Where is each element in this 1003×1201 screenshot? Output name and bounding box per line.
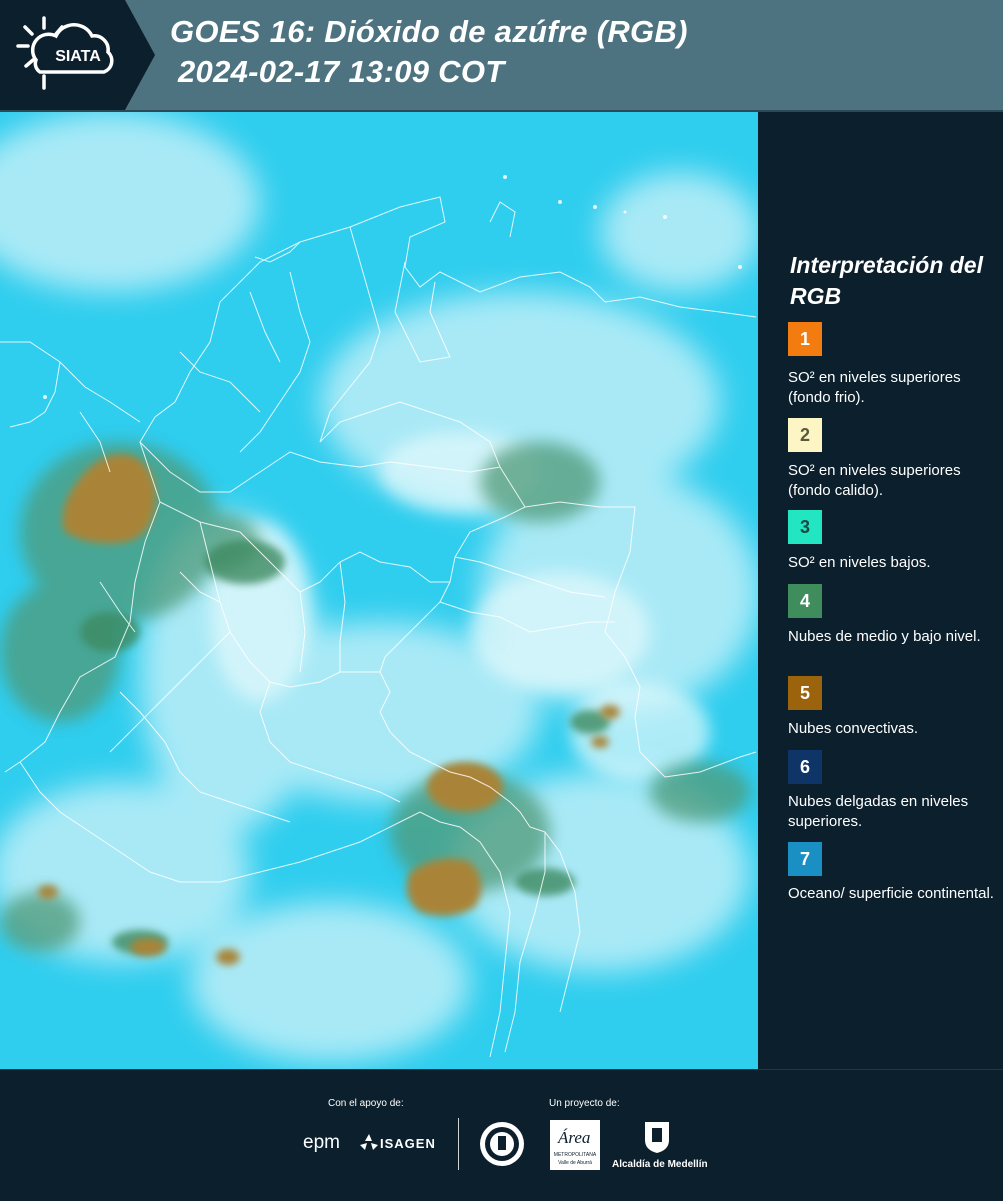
support-label: Con el apoyo de: bbox=[328, 1098, 404, 1109]
legend-label-2: SO² en niveles superiores (fondo calido)… bbox=[788, 462, 961, 499]
page-title: GOES 16: Dióxido de azúfre (RGB) bbox=[170, 14, 688, 49]
epm-logo: epm bbox=[303, 1132, 340, 1153]
legend-number-1: 1 bbox=[799, 328, 810, 349]
isagen-icon bbox=[360, 1134, 378, 1157]
project-label: Un proyecto de: bbox=[549, 1098, 620, 1109]
legend-label-4: Nubes de medio y bajo nivel. bbox=[788, 628, 981, 645]
legend-label-6: Nubes delgadas en niveles superiores. bbox=[788, 793, 969, 830]
medellin-seal-icon bbox=[478, 1120, 526, 1173]
area-metro-title: Área bbox=[558, 1128, 591, 1147]
legend-number-5: 5 bbox=[799, 682, 810, 703]
legend-label-1: SO² en niveles superiores (fondo frio). bbox=[788, 369, 961, 406]
header-bar: SIATA GOES 16: Dióxido de azúfre (RGB) 2… bbox=[0, 0, 1003, 112]
legend-label-7: Oceano/ superficie continental. bbox=[788, 885, 994, 902]
footer-sponsors: Con el apoyo de: Un proyecto de: epm ISA… bbox=[0, 1069, 1003, 1201]
legend-swatch-4: 4 bbox=[788, 584, 822, 618]
area-metropolitana-logo: Área METROPOLITANA Valle de Aburrá bbox=[550, 1120, 600, 1170]
alcaldia-shield-icon bbox=[643, 1120, 671, 1159]
legend-number-2: 2 bbox=[799, 424, 810, 445]
legend-number-7: 7 bbox=[799, 848, 810, 869]
legend-swatch-3: 3 bbox=[788, 510, 822, 544]
legend-label-5: Nubes convectivas. bbox=[788, 720, 919, 737]
isagen-logo: ISAGEN bbox=[380, 1136, 436, 1151]
page-timestamp: 2024-02-17 13:09 COT bbox=[178, 54, 505, 89]
footer-divider bbox=[458, 1118, 459, 1170]
legend-title: Interpretación del RGB bbox=[790, 252, 983, 309]
siata-logo: SIATA bbox=[0, 0, 160, 110]
legend-swatch-1: 1 bbox=[788, 322, 822, 356]
legend-number-3: 3 bbox=[799, 516, 810, 537]
legend-swatch-6: 6 bbox=[788, 750, 822, 784]
legend-number-4: 4 bbox=[799, 590, 810, 611]
legend-label-3: SO² en niveles bajos. bbox=[788, 554, 931, 571]
legend-panel: Interpretación del RGB 1 SO² en niveles … bbox=[760, 112, 1003, 1069]
logo-text: SIATA bbox=[55, 48, 101, 65]
alcaldia-label: Alcaldía de Medellín bbox=[612, 1159, 708, 1170]
area-metro-sub: METROPOLITANA bbox=[553, 1152, 597, 1158]
legend-swatch-7: 7 bbox=[788, 842, 822, 876]
legend-number-6: 6 bbox=[799, 756, 810, 777]
legend-swatch-2: 2 bbox=[788, 418, 822, 452]
area-metro-sub2: Valle de Aburrá bbox=[558, 1160, 592, 1166]
legend-swatch-5: 5 bbox=[788, 676, 822, 710]
satellite-map bbox=[0, 112, 758, 1069]
